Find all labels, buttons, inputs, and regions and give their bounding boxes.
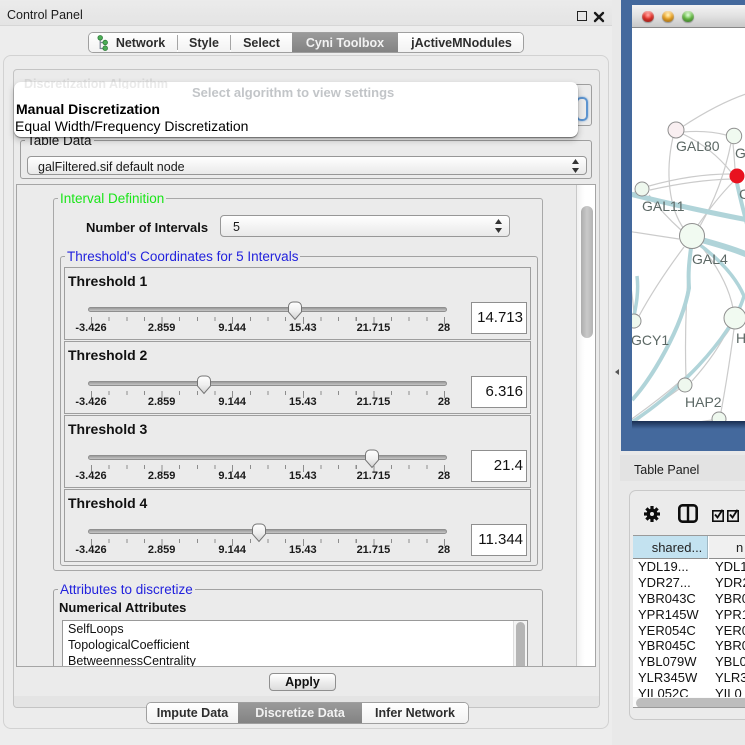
svg-text:GCY1: GCY1 [632, 332, 669, 348]
svg-text:HAP2: HAP2 [685, 394, 722, 410]
svg-text:H: H [736, 330, 745, 346]
svg-text:C: C [739, 186, 745, 202]
svg-text:GAL80: GAL80 [676, 138, 720, 154]
svg-text:GA: GA [735, 145, 745, 161]
svg-text:GAL4: GAL4 [692, 251, 728, 267]
svg-text:GAL11: GAL11 [642, 198, 685, 214]
